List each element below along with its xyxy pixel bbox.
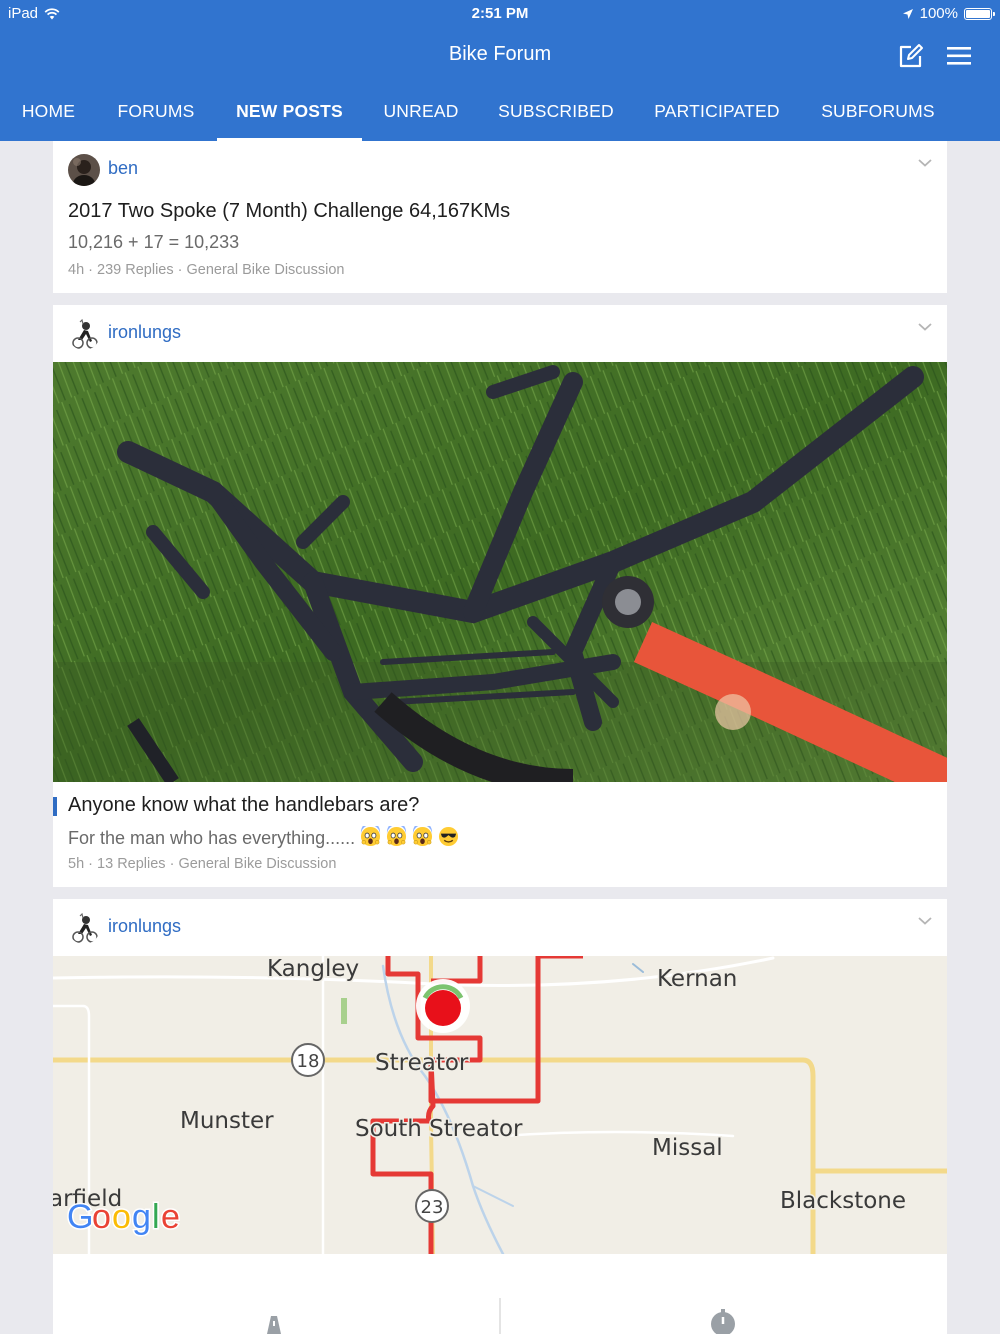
svg-text:e: e (161, 1198, 180, 1236)
map-label-streator: Streator (375, 1050, 469, 1076)
status-bar: iPad 2:51 PM 100% (0, 0, 1000, 28)
smiling-face-sunglasses-icon (439, 826, 459, 847)
app-header: iPad 2:51 PM 100% Bike Forum HOME FORUMS… (0, 0, 1000, 141)
post-title[interactable]: 2017 Two Spoke (7 Month) Challenge 64,16… (68, 200, 510, 223)
compose-icon (899, 44, 923, 68)
svg-text:o: o (112, 1198, 131, 1236)
avatar-image (68, 912, 100, 944)
face-screaming-icon (361, 826, 381, 847)
battery-fill (966, 9, 990, 18)
meta-separator: · (84, 262, 98, 278)
tab-new-posts[interactable]: NEW POSTS (217, 90, 362, 141)
post-title[interactable]: Anyone know what the handlebars are? (68, 794, 419, 817)
post-image[interactable] (53, 362, 947, 782)
menu-button[interactable] (944, 42, 974, 70)
avatar[interactable] (68, 154, 100, 186)
route-18-label: 18 (297, 1051, 320, 1072)
map-label-munster: Munster (180, 1108, 274, 1134)
post-header: ironlungs (53, 305, 947, 361)
svg-text:G: G (67, 1198, 93, 1236)
tab-subforums[interactable]: SUBFORUMS (802, 90, 954, 141)
face-screaming-icon (413, 826, 433, 847)
battery-percent: 100% (919, 5, 958, 22)
chevron-down-icon (918, 323, 932, 331)
status-right: 100% (902, 5, 995, 22)
post-age: 5h (68, 856, 85, 872)
chevron-down-icon (918, 917, 932, 925)
tab-unread[interactable]: UNREAD (362, 90, 480, 141)
road-icon (267, 1316, 281, 1334)
map-label-kernan: Kernan (657, 966, 737, 992)
post-header: ironlungs (53, 899, 947, 955)
map-label-south-streator: South Streator (355, 1116, 523, 1142)
battery-icon (964, 7, 995, 20)
post-options-button[interactable] (915, 153, 935, 173)
svg-text:g: g (132, 1198, 151, 1236)
tab-bar: HOME FORUMS NEW POSTS UNREAD SUBSCRIBED … (0, 90, 1000, 141)
avatar-image (68, 154, 100, 186)
post-meta: 4h · 239 Replies · General Bike Discussi… (68, 262, 344, 278)
post-age: 4h (68, 262, 85, 278)
avatar[interactable] (68, 912, 100, 944)
username[interactable]: ironlungs (108, 322, 181, 343)
post-meta: 5h · 13 Replies · General Bike Discussio… (68, 856, 336, 872)
status-time: 2:51 PM (471, 5, 529, 22)
face-screaming-icon (387, 826, 407, 847)
post-snippet-text: For the man who has everything...... (68, 828, 356, 848)
google-logo: G o o g l e (66, 1197, 182, 1238)
divider (499, 1298, 501, 1334)
svg-text:l: l (152, 1198, 160, 1236)
post-card[interactable]: ironlungs (53, 899, 947, 1334)
chevron-down-icon (918, 159, 932, 167)
avatar[interactable] (68, 318, 100, 350)
route-map-svg: 18 23 Kangley Kernan Streator Munster So… (53, 956, 947, 1254)
map-label-kangley: Kangley (267, 956, 359, 982)
post-header: ben (53, 141, 947, 197)
username[interactable]: ben (108, 158, 138, 179)
app-title: Bike Forum (448, 43, 552, 65)
stopwatch-icon (711, 1309, 735, 1334)
svg-text:o: o (92, 1198, 111, 1236)
reply-count: 239 Replies (97, 262, 174, 278)
route-map[interactable]: 18 23 Kangley Kernan Streator Munster So… (53, 956, 947, 1254)
tab-forums[interactable]: FORUMS (97, 90, 215, 141)
post-options-button[interactable] (915, 317, 935, 337)
hamburger-menu-icon (947, 47, 971, 65)
route-23-label: 23 (421, 1197, 444, 1218)
bicycle-handlebar-photo (53, 362, 947, 782)
username[interactable]: ironlungs (108, 916, 181, 937)
post-card[interactable]: ben 2017 Two Spoke (7 Month) Challenge 6… (53, 141, 947, 293)
map-label-blackstone: Blackstone (780, 1188, 906, 1214)
tab-subscribed[interactable]: SUBSCRIBED (480, 90, 632, 141)
meta-separator: · (173, 262, 187, 278)
location-arrow-icon (902, 8, 913, 19)
meta-separator: · (84, 856, 98, 872)
avatar-image (68, 318, 100, 350)
forum-name[interactable]: General Bike Discussion (187, 262, 345, 278)
post-snippet: For the man who has everything...... (68, 826, 459, 849)
reply-count: 13 Replies (97, 856, 166, 872)
unread-indicator (53, 797, 57, 816)
tab-participated[interactable]: PARTICIPATED (632, 90, 802, 141)
post-card[interactable]: ironlungs (53, 305, 947, 887)
forum-name[interactable]: General Bike Discussion (178, 856, 336, 872)
tab-home[interactable]: HOME (0, 90, 97, 141)
meta-separator: · (165, 856, 179, 872)
post-options-button[interactable] (915, 911, 935, 931)
post-snippet: 10,216 + 17 = 10,233 (68, 232, 240, 252)
map-label-missal: Missal (652, 1135, 723, 1161)
compose-button[interactable] (897, 42, 925, 70)
